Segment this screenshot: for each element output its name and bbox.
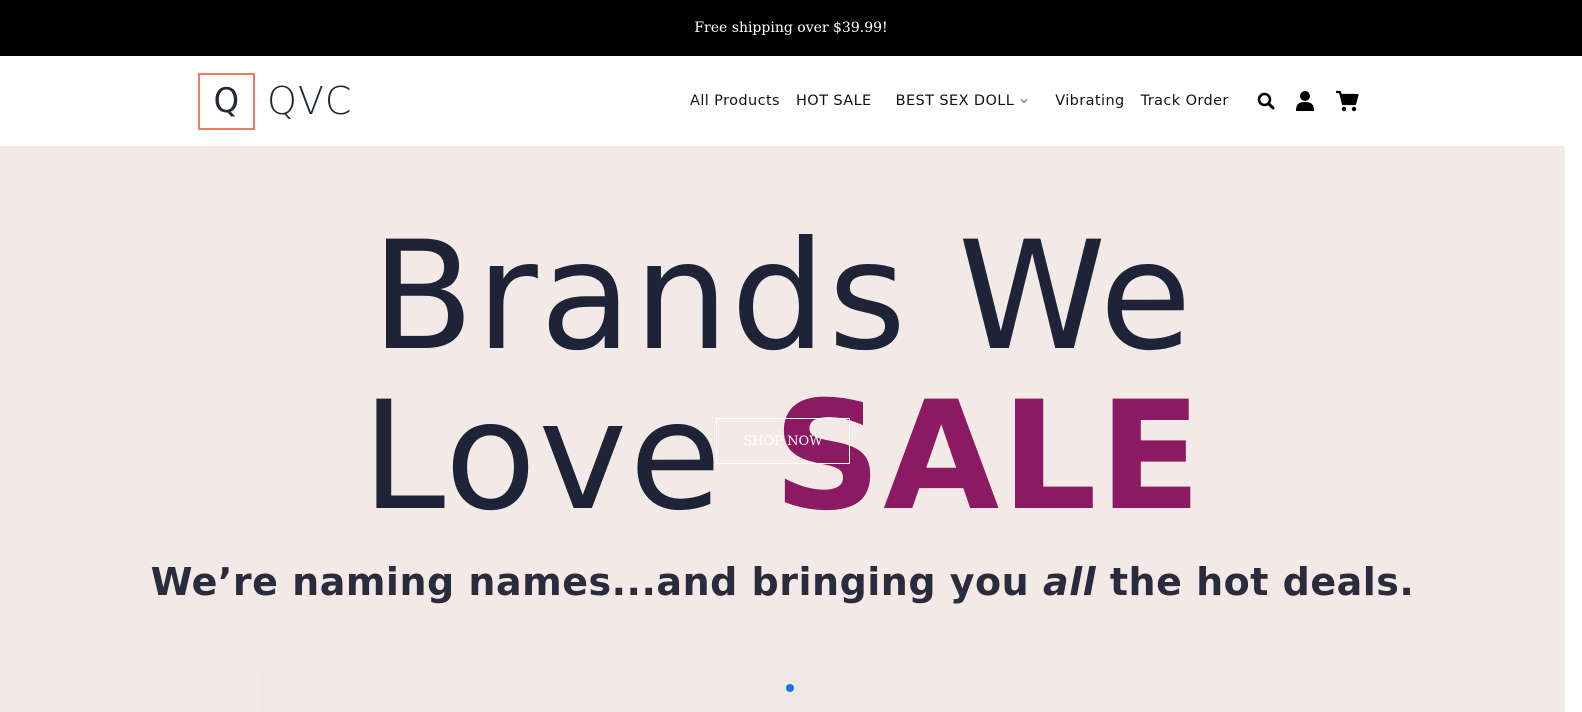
hero-subtitle-start: We’re naming names...and bringing you (150, 560, 1043, 604)
site-header: Q QVC All Products HOT SALE BEST SEX DOL… (0, 56, 1582, 146)
main-nav: All Products HOT SALE BEST SEX DOLL Vibr… (690, 56, 1229, 146)
nav-item-hot-sale[interactable]: HOT SALE (796, 93, 872, 109)
hero-banner[interactable]: Brands We Love SALE We’re naming names..… (0, 146, 1565, 712)
nav-item-label: Vibrating (1055, 93, 1125, 109)
hero-subtitle-end: the hot deals. (1096, 560, 1415, 604)
logo-mark-letter: Q (213, 81, 240, 121)
user-icon[interactable] (1295, 90, 1315, 112)
nav-item-label: HOT SALE (796, 93, 872, 109)
nav-item-label: Track Order (1140, 93, 1229, 109)
nav-item-vibrating[interactable]: Vibrating (1055, 93, 1124, 109)
logo-wordmark: QVC (267, 79, 353, 123)
announcement-text: Free shipping over $39.99! (694, 20, 888, 36)
page-scrollbar-gutter (1565, 146, 1582, 712)
search-icon[interactable] (1257, 92, 1275, 110)
chevron-down-icon (1020, 98, 1028, 104)
hero-headline-line1: Brands We (371, 210, 1194, 384)
nav-item-best-sex-doll[interactable]: BEST SEX DOLL (896, 93, 1029, 109)
nav-item-label: All Products (690, 93, 780, 109)
header-actions (1257, 56, 1359, 146)
announcement-bar: Free shipping over $39.99! (0, 0, 1582, 56)
hero-subtitle-emphasis: all (1042, 560, 1097, 604)
cart-icon[interactable] (1335, 90, 1359, 112)
nav-item-label: BEST SEX DOLL (895, 93, 1015, 109)
nav-item-all-products[interactable]: All Products (690, 93, 780, 109)
hero-headline-prefix: Love (361, 370, 774, 544)
nav-item-track-order[interactable]: Track Order (1141, 93, 1229, 109)
hero-subtitle: We’re naming names...and bringing you al… (0, 560, 1565, 604)
hero-decorative-fade (260, 616, 1320, 712)
carousel-indicator-dot[interactable] (786, 684, 794, 692)
shop-now-button[interactable]: SHOP NOW (716, 418, 850, 464)
logo-mark: Q (198, 72, 255, 130)
site-logo[interactable]: Q QVC (198, 70, 352, 132)
